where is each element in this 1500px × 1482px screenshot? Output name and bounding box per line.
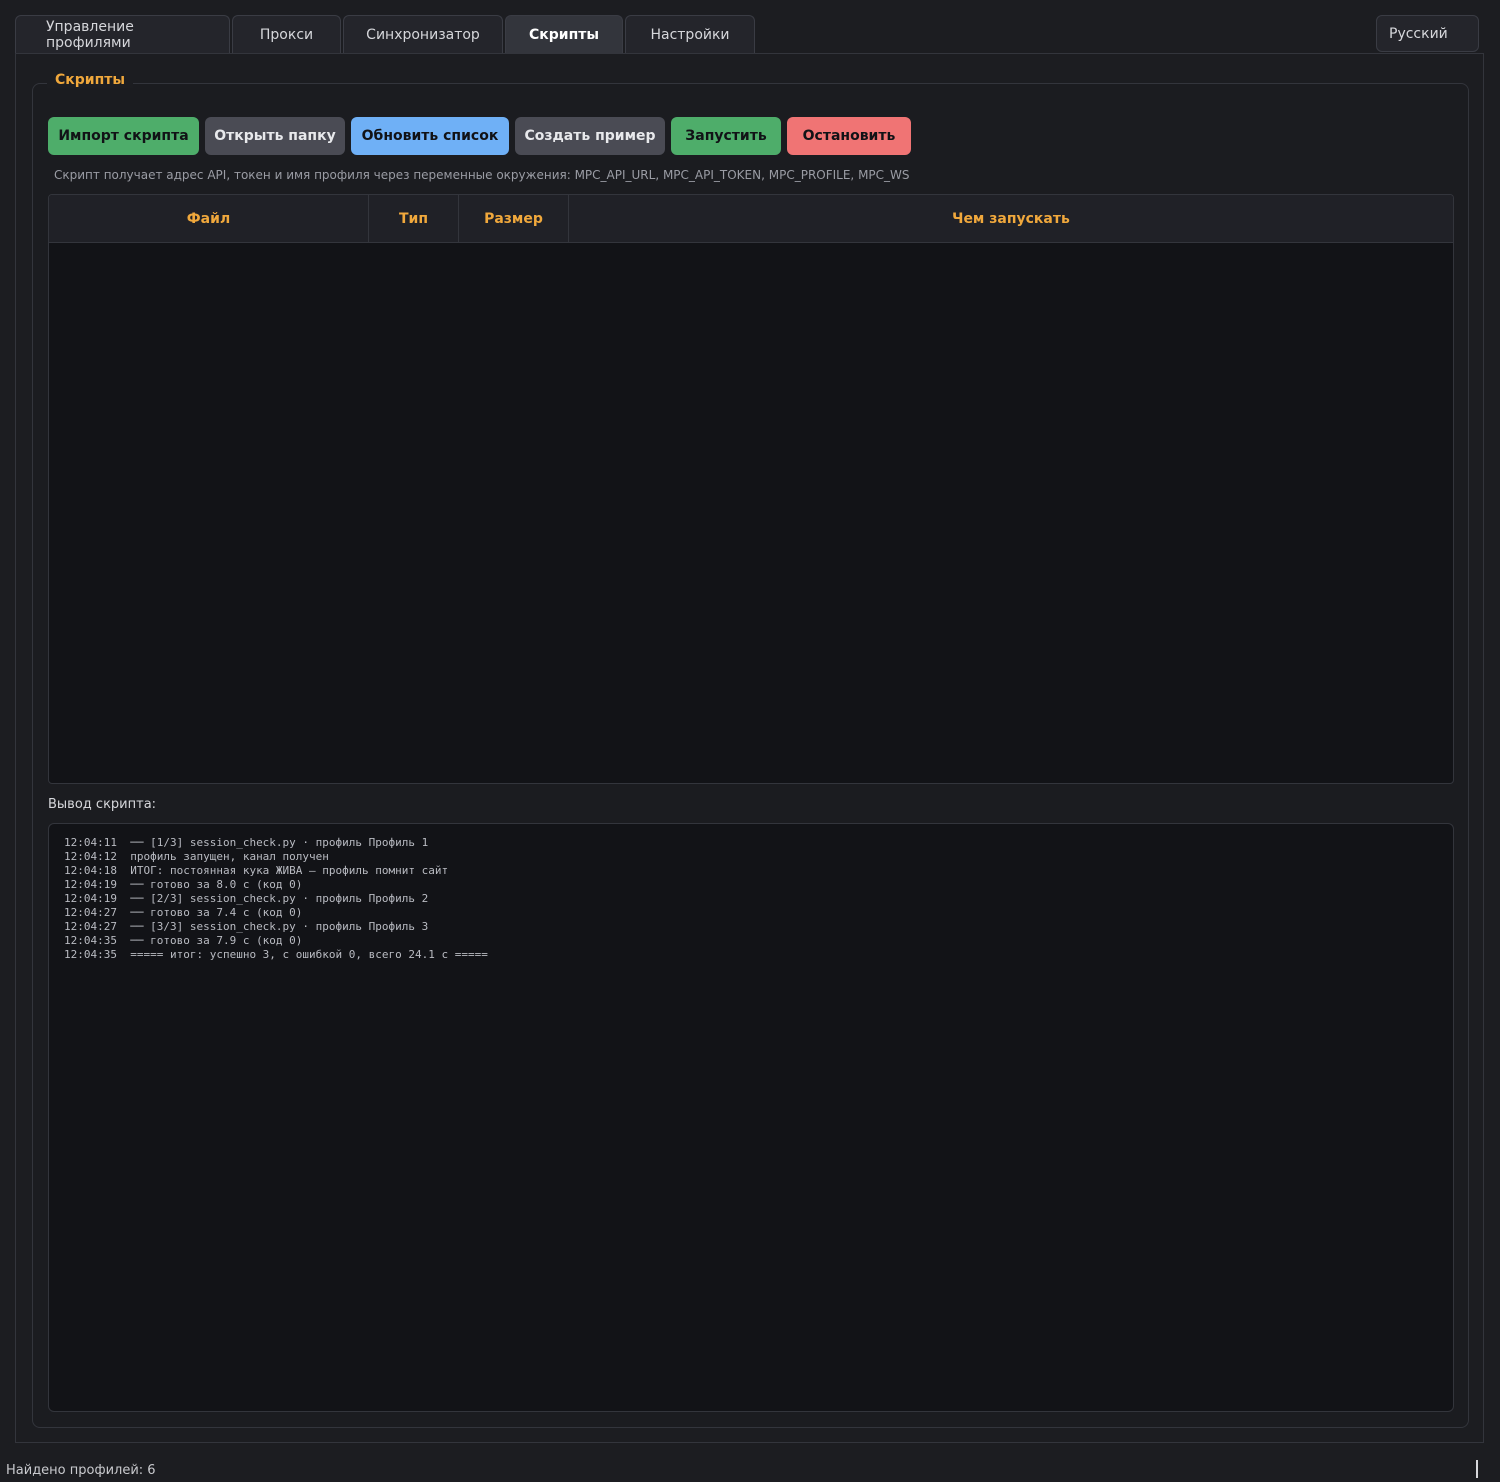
scripts-group-title: Скрипты	[47, 72, 134, 88]
log-line: 12:04:27 ── готово за 7.4 с (код 0)	[64, 906, 1438, 920]
column-header-runner[interactable]: Чем запускать	[569, 195, 1453, 243]
log-text: профиль запущен, канал получен	[130, 850, 329, 863]
output-label: Вывод скрипта:	[48, 797, 157, 812]
log-text: ── [2/3] session_check.py · профиль Проф…	[130, 892, 429, 905]
status-bar-separator	[1476, 1460, 1478, 1478]
log-text: ── готово за 8.0 с (код 0)	[130, 878, 303, 891]
log-text: ИТОГ: постоянная кука ЖИВА — профиль пом…	[130, 864, 449, 877]
scripts-toolbar: Импорт скрипта Открыть папку Обновить сп…	[48, 117, 911, 155]
log-time: 12:04:12	[64, 850, 117, 863]
log-text: ── готово за 7.4 с (код 0)	[130, 906, 303, 919]
language-select[interactable]: Русский	[1376, 15, 1479, 52]
tab-bar: Управление профилями Прокси Синхронизато…	[15, 15, 755, 54]
open-folder-button[interactable]: Открыть папку	[205, 117, 345, 155]
log-line: 12:04:18 ИТОГ: постоянная кука ЖИВА — пр…	[64, 864, 1438, 878]
log-time: 12:04:35	[64, 948, 117, 961]
column-header-size[interactable]: Размер	[459, 195, 569, 243]
status-bar-text: Найдено профилей: 6	[6, 1463, 156, 1478]
stop-button[interactable]: Остановить	[787, 117, 911, 155]
log-time: 12:04:27	[64, 920, 117, 933]
create-example-button[interactable]: Создать пример	[515, 117, 665, 155]
log-time: 12:04:11	[64, 836, 117, 849]
env-vars-hint: Скрипт получает адрес API, токен и имя п…	[54, 168, 910, 182]
log-line: 12:04:19 ── [2/3] session_check.py · про…	[64, 892, 1438, 906]
log-time: 12:04:35	[64, 934, 117, 947]
scripts-table[interactable]: Файл Тип Размер Чем запускать	[48, 194, 1454, 784]
log-text: ── [1/3] session_check.py · профиль Проф…	[130, 836, 429, 849]
log-text: ===== итог: успешно 3, с ошибкой 0, всег…	[130, 948, 488, 961]
log-line: 12:04:27 ── [3/3] session_check.py · про…	[64, 920, 1438, 934]
log-text: ── готово за 7.9 с (код 0)	[130, 934, 303, 947]
log-line: 12:04:19 ── готово за 8.0 с (код 0)	[64, 878, 1438, 892]
log-line: 12:04:11 ── [1/3] session_check.py · про…	[64, 836, 1438, 850]
column-header-file[interactable]: Файл	[49, 195, 369, 243]
script-output-log[interactable]: 12:04:11 ── [1/3] session_check.py · про…	[48, 823, 1454, 1412]
log-time: 12:04:18	[64, 864, 117, 877]
log-line: 12:04:12 профиль запущен, канал получен	[64, 850, 1438, 864]
refresh-list-button[interactable]: Обновить список	[351, 117, 509, 155]
tab-scripts[interactable]: Скрипты	[505, 15, 623, 54]
tab-synchronizer[interactable]: Синхронизатор	[343, 15, 503, 54]
column-header-type[interactable]: Тип	[369, 195, 459, 243]
scripts-group: Скрипты Импорт скрипта Открыть папку Обн…	[32, 72, 1469, 1428]
scripts-table-header: Файл Тип Размер Чем запускать	[49, 195, 1453, 243]
log-line: 12:04:35 ===== итог: успешно 3, с ошибко…	[64, 948, 1438, 962]
log-line: 12:04:35 ── готово за 7.9 с (код 0)	[64, 934, 1438, 948]
tab-proxy[interactable]: Прокси	[232, 15, 341, 54]
run-button[interactable]: Запустить	[671, 117, 781, 155]
log-time: 12:04:19	[64, 892, 117, 905]
scripts-tab-pane: Скрипты Импорт скрипта Открыть папку Обн…	[15, 53, 1484, 1443]
log-time: 12:04:19	[64, 878, 117, 891]
import-script-button[interactable]: Импорт скрипта	[48, 117, 199, 155]
tab-settings[interactable]: Настройки	[625, 15, 755, 54]
tab-profile-management[interactable]: Управление профилями	[15, 15, 230, 54]
log-text: ── [3/3] session_check.py · профиль Проф…	[130, 920, 429, 933]
log-time: 12:04:27	[64, 906, 117, 919]
